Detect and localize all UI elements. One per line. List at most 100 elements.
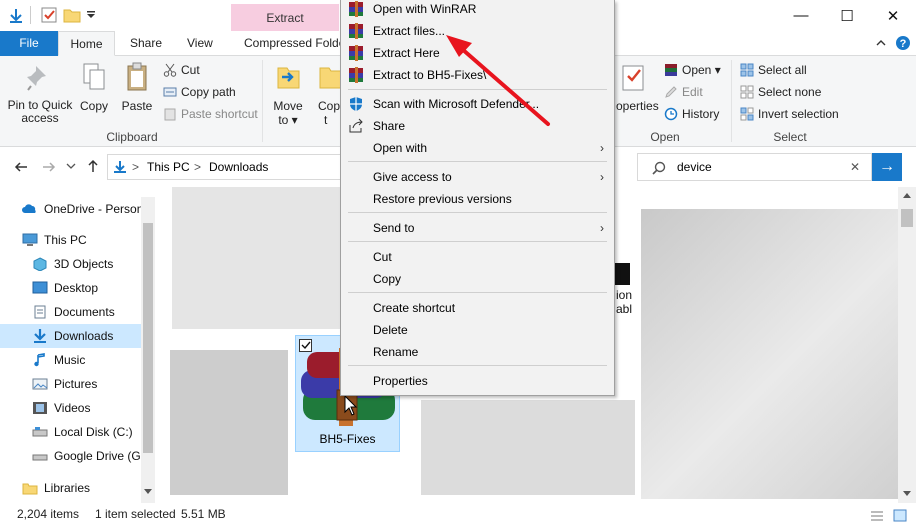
extract-contextual-tab[interactable]: Extract (231, 4, 339, 31)
nav-item-music[interactable]: Music (0, 348, 141, 372)
breadcrumb-this-pc[interactable]: This PC (147, 160, 190, 174)
menu-create-shortcut[interactable]: Create shortcut (341, 297, 614, 319)
close-button[interactable]: ✕ (870, 0, 916, 31)
scroll-down-icon[interactable] (903, 491, 911, 497)
search-go-button[interactable]: → (872, 153, 902, 181)
large-icons-view-icon[interactable] (893, 509, 907, 522)
status-bar: 2,204 items 1 item selected 5.51 MB (0, 503, 916, 526)
menu-separator (348, 161, 607, 162)
nav-item-desktop[interactable]: Desktop (0, 276, 141, 300)
menu-separator (348, 365, 607, 366)
menu-label: Create shortcut (373, 301, 456, 315)
nav-item-pictures[interactable]: Pictures (0, 372, 141, 396)
scroll-down-icon[interactable] (144, 489, 152, 495)
copy-button[interactable]: Copy (76, 62, 112, 113)
back-arrow-icon[interactable] (14, 160, 28, 174)
nav-item-documents[interactable]: Documents (0, 300, 141, 324)
menu-send-to[interactable]: Send to › (341, 217, 614, 239)
properties-checkbox-icon[interactable] (41, 7, 57, 23)
cut-button[interactable]: Cut (163, 60, 200, 80)
menu-open-with[interactable]: Open with › (341, 137, 614, 159)
tab-share[interactable]: Share (120, 31, 172, 56)
move-to-button[interactable]: Move to ▾ (270, 62, 306, 127)
maximize-button[interactable]: ☐ (824, 0, 870, 31)
edit-button[interactable]: Edit (664, 82, 703, 102)
select-all-button[interactable]: Select all (740, 60, 807, 80)
breadcrumb-separator: > (194, 160, 202, 174)
copy-path-icon (163, 87, 177, 97)
drive-icon (32, 454, 48, 461)
content-scroll-thumb[interactable] (901, 209, 913, 227)
breadcrumb-downloads[interactable]: Downloads (209, 160, 268, 174)
menu-copy[interactable]: Copy (341, 268, 614, 290)
scroll-up-icon[interactable] (903, 193, 911, 199)
selected-file-name: BH5-Fixes (319, 432, 376, 446)
blurred-thumbnail (421, 400, 635, 495)
tab-compressed-folder[interactable]: Compressed Folde (234, 31, 355, 56)
menu-restore-previous-versions[interactable]: Restore previous versions (341, 188, 614, 210)
pin-to-quick-access-button[interactable]: Pin to Quick access (6, 62, 74, 125)
menu-cut[interactable]: Cut (341, 246, 614, 268)
details-view-icon[interactable] (870, 510, 884, 522)
maximize-icon: ☐ (840, 7, 854, 25)
nav-item-videos[interactable]: Videos (0, 396, 141, 420)
invert-selection-button[interactable]: Invert selection (740, 104, 839, 124)
nav-item-onedrive[interactable]: OneDrive - Person (0, 197, 141, 221)
nav-item-3d-objects[interactable]: 3D Objects (0, 252, 141, 276)
menu-give-access-to[interactable]: Give access to › (341, 166, 614, 188)
titlebar-divider (30, 6, 31, 24)
search-box[interactable]: device ✕ (637, 153, 872, 181)
partial-thumbnail (615, 263, 630, 285)
copy-to-button[interactable]: Cop t (314, 62, 340, 127)
paste-button[interactable]: Paste (118, 62, 156, 113)
paste-shortcut-label: Paste shortcut (181, 107, 258, 121)
selection-size: 5.51 MB (181, 507, 226, 521)
select-none-button[interactable]: Select none (740, 82, 821, 102)
address-bar[interactable]: > This PC > Downloads (107, 154, 347, 180)
menu-open-with-winrar[interactable]: Open with WinRAR (341, 0, 614, 20)
nav-scroll-thumb[interactable] (143, 223, 153, 453)
menu-rename[interactable]: Rename (341, 341, 614, 363)
help-icon[interactable]: ? (895, 35, 911, 51)
menu-properties[interactable]: Properties (341, 370, 614, 392)
tab-file[interactable]: File (0, 31, 58, 56)
nav-item-local-disk[interactable]: Local Disk (C:) (0, 420, 141, 444)
recent-locations-chevron-icon[interactable] (66, 163, 76, 171)
clear-search-icon[interactable]: ✕ (850, 160, 860, 174)
properties-button[interactable]: operties (616, 62, 660, 113)
svg-text:?: ? (900, 38, 907, 50)
nav-scrollbar[interactable] (141, 197, 155, 503)
tab-view[interactable]: View (177, 31, 223, 56)
partial-file-label[interactable]: abl (616, 302, 632, 316)
up-arrow-icon[interactable] (86, 159, 100, 173)
share-icon (349, 118, 363, 133)
pictures-icon (32, 378, 48, 390)
search-input[interactable]: device (677, 160, 712, 174)
history-button[interactable]: History (664, 104, 719, 124)
nav-item-downloads[interactable]: Downloads (0, 324, 141, 348)
new-folder-icon[interactable] (63, 7, 81, 23)
nav-item-google-drive[interactable]: Google Drive (G: (0, 444, 141, 468)
copy-icon (83, 63, 105, 90)
collapse-ribbon-icon[interactable] (876, 38, 886, 48)
menu-label: Send to (373, 221, 415, 235)
copy-path-button[interactable]: Copy path (163, 82, 236, 102)
open-button[interactable]: Open ▾ (664, 60, 721, 80)
scissors-icon (163, 63, 177, 77)
menu-delete[interactable]: Delete (341, 319, 614, 341)
winrar-icon (349, 23, 363, 39)
nav-item-libraries[interactable]: Libraries (0, 476, 141, 500)
quick-access-download-icon[interactable] (8, 8, 24, 24)
edit-icon (665, 86, 677, 98)
partial-file-label[interactable]: ion (616, 288, 632, 302)
nav-item-this-pc[interactable]: This PC (0, 228, 141, 252)
tab-home[interactable]: Home (58, 31, 115, 56)
paste-shortcut-button[interactable]: Paste shortcut (163, 104, 258, 124)
content-scrollbar[interactable] (898, 187, 916, 503)
minimize-button[interactable]: — (778, 0, 824, 31)
menu-label: Extract files... (373, 24, 446, 38)
ribbon-group-separator (731, 60, 732, 142)
customize-quick-access-icon[interactable] (86, 10, 96, 20)
paste-shortcut-icon (164, 108, 176, 121)
forward-arrow-icon[interactable] (42, 160, 56, 174)
